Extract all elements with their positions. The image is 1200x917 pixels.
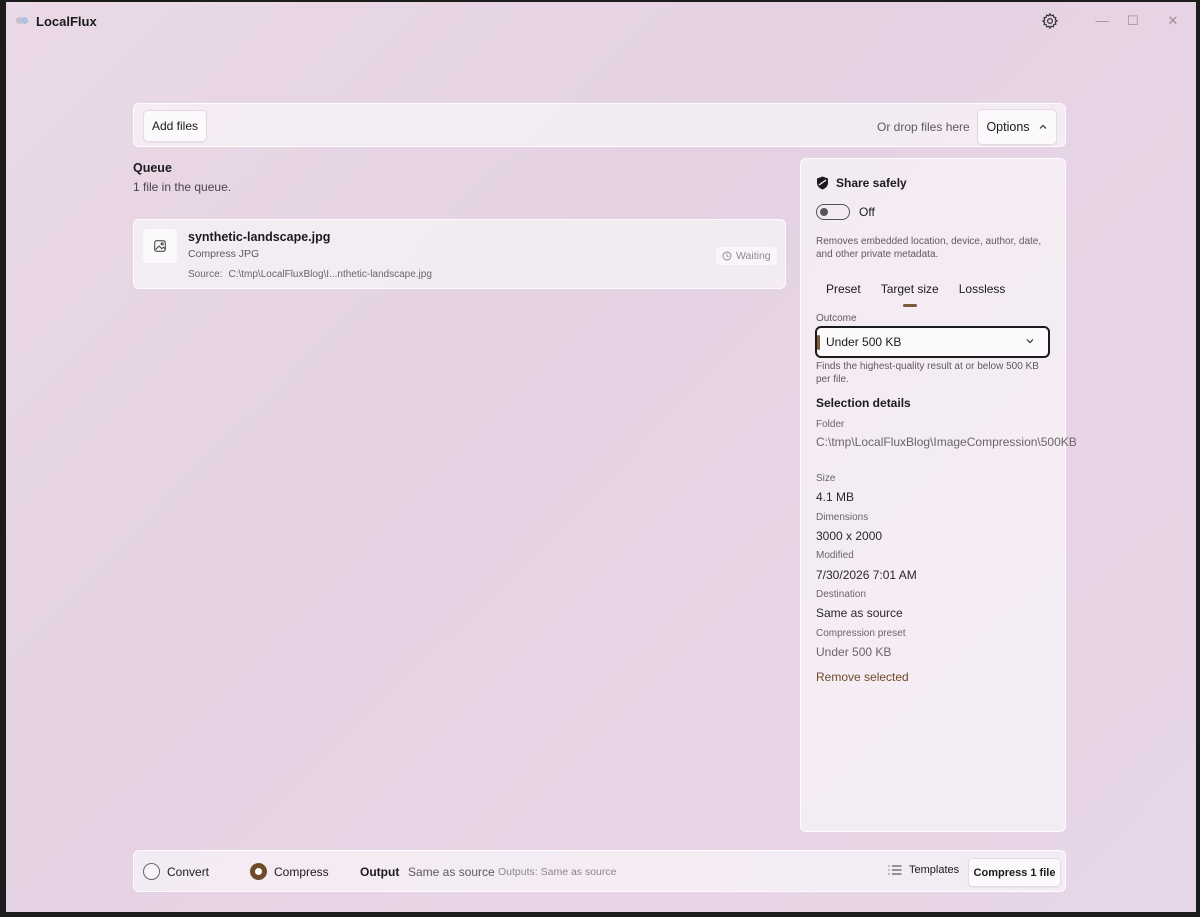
tab-label: Target size <box>880 282 939 296</box>
status-badge: Waiting <box>716 247 777 265</box>
close-button[interactable]: ✕ <box>1162 10 1184 32</box>
maximize-button[interactable]: ☐ <box>1122 10 1144 32</box>
compress-radio[interactable] <box>250 863 267 880</box>
tab-target-size[interactable]: Target size <box>871 282 949 307</box>
outcome-select[interactable]: Under 500 KB <box>815 326 1050 358</box>
tab-lossless[interactable]: Lossless <box>949 282 1016 304</box>
modified-value: 7/30/2026 7:01 AM <box>816 568 917 582</box>
dimensions-value: 3000 x 2000 <box>816 529 883 543</box>
options-label: Options <box>986 120 1030 134</box>
add-files-bar: Add files Or drop files here Options <box>133 103 1066 147</box>
status-text: Waiting <box>736 250 771 262</box>
modified-label: Modified <box>816 550 854 561</box>
destination-label: Destination <box>816 589 867 600</box>
compress-label[interactable]: Compress <box>274 865 329 879</box>
queue-title: Queue <box>133 161 172 175</box>
add-files-button[interactable]: Add files <box>143 110 207 142</box>
tab-label: Preset <box>826 282 861 296</box>
mode-tabs: Preset Target size Lossless <box>816 282 1016 307</box>
output-label: Output <box>360 865 400 879</box>
app-logo-icon <box>16 15 30 25</box>
shield-icon <box>817 176 828 190</box>
app-window: LocalFlux — ☐ ✕ Add files Or drop files … <box>6 2 1196 912</box>
toggle-state: Off <box>859 205 875 219</box>
remove-selected-link[interactable]: Remove selected <box>816 670 909 684</box>
destination-value: Same as source <box>816 606 903 620</box>
tab-label: Lossless <box>958 282 1006 296</box>
folder-label: Folder <box>816 419 845 430</box>
app-title: LocalFlux <box>36 14 97 29</box>
clock-icon <box>722 251 732 261</box>
chevron-down-icon <box>1026 339 1034 344</box>
compress-files-button[interactable]: Compress 1 file <box>968 858 1061 887</box>
selection-details-title: Selection details <box>816 396 911 410</box>
size-label: Size <box>816 473 836 484</box>
drop-hint: Or drop files here <box>877 120 970 134</box>
dimensions-label: Dimensions <box>816 512 869 523</box>
preset-value: Under 500 KB <box>816 645 892 659</box>
outcome-label: Outcome <box>816 313 857 324</box>
queue-count: 1 file in the queue. <box>133 180 232 194</box>
minimize-button[interactable]: — <box>1091 10 1113 32</box>
share-description: Removes embedded location, device, autho… <box>816 236 1042 260</box>
queue-item[interactable]: synthetic-landscape.jpg Compress JPG Sou… <box>133 219 786 289</box>
convert-label[interactable]: Convert <box>167 865 209 879</box>
chevron-up-icon <box>1039 124 1046 129</box>
file-name: synthetic-landscape.jpg <box>188 230 331 244</box>
size-value: 4.1 MB <box>816 490 855 504</box>
settings-panel: Share safely Off Removes embedded locati… <box>800 158 1077 832</box>
list-icon <box>888 865 902 875</box>
folder-value: C:\tmp\LocalFluxBlog\ImageCompression\50… <box>816 435 1077 449</box>
convert-radio[interactable] <box>143 863 160 880</box>
title-bar: LocalFlux — ☐ ✕ <box>6 2 1196 42</box>
bottom-bar: Convert Compress Output Same as source O… <box>133 850 1066 892</box>
share-title: Share safely <box>836 176 907 190</box>
outcome-hint: Finds the highest-quality result at or b… <box>816 361 1039 385</box>
templates-button[interactable]: Templates <box>888 864 959 876</box>
source-label: Source: <box>188 269 223 280</box>
output-value[interactable]: Same as source <box>408 865 495 879</box>
file-action: Compress JPG <box>188 248 260 260</box>
image-file-icon <box>143 229 177 263</box>
output-note: Outputs: Same as source <box>498 866 617 878</box>
tab-selected-indicator <box>902 304 917 307</box>
outcome-value: Under 500 KB <box>826 335 902 349</box>
tab-preset[interactable]: Preset <box>816 282 871 304</box>
toggle-knob <box>820 208 828 216</box>
settings-gear-icon[interactable] <box>1041 12 1059 30</box>
select-accent <box>817 335 820 350</box>
share-safely-toggle[interactable] <box>816 204 850 220</box>
templates-label: Templates <box>909 864 960 876</box>
preset-label: Compression preset <box>816 628 906 639</box>
file-source: Source: C:\tmp\LocalFluxBlog\I...nthetic-… <box>188 269 432 280</box>
share-safely-header: Share safely <box>816 176 907 190</box>
source-path: C:\tmp\LocalFluxBlog\I...nthetic-landsca… <box>228 269 432 280</box>
options-button[interactable]: Options <box>977 109 1057 145</box>
